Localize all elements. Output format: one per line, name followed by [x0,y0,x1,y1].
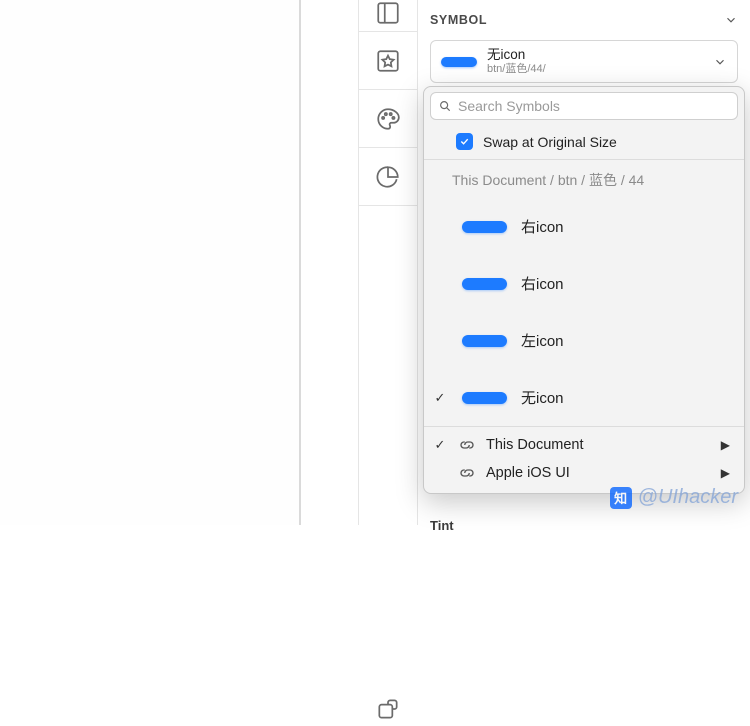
source-label: Apple iOS UI [486,465,570,481]
symbol-option-label: 右icon [521,216,564,237]
inspector-tab-rail [358,0,418,525]
canvas-area [0,0,299,525]
symbol-option-label: 无icon [521,387,564,408]
symbol-preview-pill [441,57,477,67]
tint-section-label: Tint [430,518,454,533]
chevron-down-icon [724,13,738,27]
current-symbol-path: btn/蓝色/44/ [487,63,546,76]
rail-tab-panels[interactable] [359,0,417,32]
symbol-section-header[interactable]: SYMBOL [430,0,738,40]
source-this-document[interactable]: ✓ This Document ▶ [424,431,744,459]
symbol-option-list: 右icon 右icon 左icon ✓ 无icon [424,198,744,426]
symbol-option[interactable]: 右icon [424,198,744,255]
source-label: This Document [486,437,584,453]
symbol-option-label: 右icon [521,273,564,294]
symbol-option[interactable]: 左icon [424,312,744,369]
symbol-option[interactable]: ✓ 无icon [424,369,744,426]
pie-icon [375,164,401,190]
search-icon [438,99,452,113]
symbol-preview-pill [462,278,507,290]
panel-icon [375,0,401,26]
symbol-option-label: 左icon [521,330,564,351]
submenu-arrow-icon: ▶ [721,466,730,480]
rail-tab-styles[interactable] [359,90,417,148]
search-symbols-field[interactable] [430,92,738,120]
swap-label: Swap at Original Size [483,134,617,150]
current-symbol-title: 无icon [487,47,546,63]
symbol-preview-pill [462,221,507,233]
symbol-swap-popover: Swap at Original Size This Document / bt… [423,86,745,494]
rail-tab-plugins[interactable] [359,206,417,726]
source-apple-ios-ui[interactable]: Apple iOS UI ▶ [424,459,744,487]
library-icon [458,464,476,482]
selection-tick: ✓ [432,390,448,406]
symbol-preview-pill [462,392,507,404]
popover-footer: ✓ This Document ▶ Apple iOS UI ▶ [424,426,744,493]
rail-tab-reports[interactable] [359,148,417,206]
submenu-arrow-icon: ▶ [721,438,730,452]
rail-tab-favorites[interactable] [359,32,417,90]
symbol-preview-pill [462,335,507,347]
swap-checkbox[interactable] [456,133,473,150]
canvas-divider [299,0,301,525]
symbol-breadcrumb: This Document / btn / 蓝色 / 44 [424,160,744,198]
favorite-icon [375,48,401,74]
symbol-section-title: SYMBOL [430,13,487,27]
chevron-down-icon [713,55,727,69]
selection-tick: ✓ [432,437,448,453]
plugin-icon [375,696,401,722]
palette-icon [375,106,401,132]
symbol-option[interactable]: 右icon [424,255,744,312]
check-icon [459,136,470,147]
library-icon [458,436,476,454]
search-input[interactable] [458,98,730,114]
swap-original-size-row[interactable]: Swap at Original Size [424,124,744,160]
current-symbol-selector[interactable]: 无icon btn/蓝色/44/ [430,40,738,83]
